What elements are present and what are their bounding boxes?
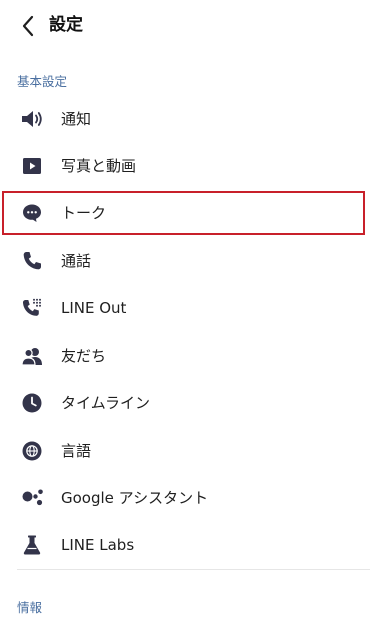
settings-item-label: タイムライン (61, 394, 150, 412)
header: 設定 (0, 0, 370, 52)
settings-item-label: 写真と動画 (61, 157, 137, 175)
settings-item-label: トーク (61, 204, 107, 222)
phone-dialpad-icon (20, 296, 44, 320)
chevron-left-icon (22, 15, 34, 37)
settings-item-line-labs[interactable]: LINE Labs (0, 522, 370, 568)
settings-item-talk[interactable]: トーク (0, 190, 370, 236)
settings-item-notifications[interactable]: 通知 (0, 96, 370, 142)
settings-item-label: 通知 (61, 110, 92, 128)
settings-item-friends[interactable]: 友だち (0, 333, 370, 379)
settings-item-label: LINE Out (61, 299, 127, 317)
page-title: 設定 (49, 15, 83, 35)
phone-icon (20, 249, 44, 273)
back-button[interactable] (14, 12, 42, 40)
settings-item-timeline[interactable]: タイムライン (0, 380, 370, 426)
section-label-info: 情報 (17, 600, 43, 615)
settings-item-label: LINE Labs (61, 536, 135, 554)
google-assistant-icon (20, 486, 44, 510)
settings-item-photos-videos[interactable]: 写真と動画 (0, 143, 370, 189)
chat-bubble-icon (20, 201, 44, 225)
friends-icon (20, 344, 44, 368)
clock-icon (20, 391, 44, 415)
settings-item-label: 友だち (61, 347, 107, 365)
section-divider (17, 569, 370, 570)
settings-item-language[interactable]: 言語 (0, 428, 370, 474)
settings-item-google-assistant[interactable]: Google アシスタント (0, 475, 370, 521)
play-video-icon (20, 154, 44, 178)
globe-icon (20, 439, 44, 463)
settings-item-line-out[interactable]: LINE Out (0, 285, 370, 331)
settings-screen: 設定 基本設定 通知 写真と動画 トーク 通話 LINE Out 友だち タイム… (0, 0, 370, 640)
settings-item-label: Google アシスタント (61, 489, 209, 507)
settings-item-label: 通話 (61, 252, 92, 270)
section-label-basic: 基本設定 (17, 74, 68, 89)
settings-item-calls[interactable]: 通話 (0, 238, 370, 284)
settings-item-label: 言語 (61, 442, 92, 460)
flask-icon (20, 533, 44, 557)
speaker-icon (20, 107, 44, 131)
